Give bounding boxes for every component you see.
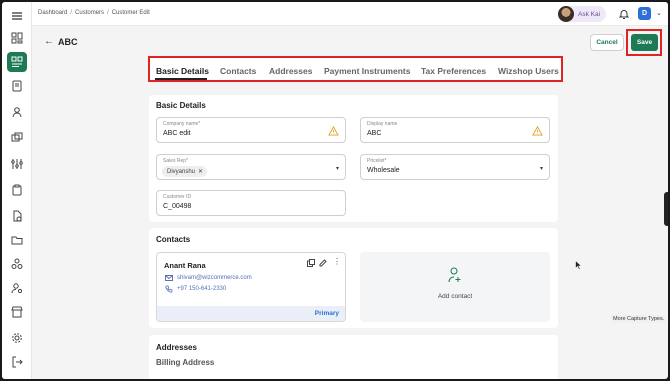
save-button[interactable]: Save bbox=[631, 34, 658, 51]
display-name-field[interactable]: Display name ABC bbox=[360, 117, 550, 143]
customer-id-value: C_00498 bbox=[163, 203, 192, 210]
sidebar bbox=[2, 2, 32, 379]
side-panel-handle[interactable] bbox=[664, 192, 668, 226]
billing-address-title: Billing Address bbox=[156, 358, 215, 367]
orders-icon[interactable] bbox=[9, 78, 25, 94]
tab-contacts[interactable]: Contacts bbox=[220, 66, 256, 76]
contact-email[interactable]: shivam@wizcommerce.com bbox=[165, 275, 252, 281]
logout-icon[interactable] bbox=[9, 354, 25, 370]
tab-addresses[interactable]: Addresses bbox=[269, 66, 312, 76]
display-name-value: ABC bbox=[367, 130, 382, 137]
customers-icon[interactable] bbox=[7, 52, 27, 72]
bell-icon[interactable] bbox=[618, 8, 630, 20]
edit-icon[interactable] bbox=[319, 259, 327, 267]
cancel-button[interactable]: Cancel bbox=[590, 34, 624, 51]
breadcrumb-customer-edit: Customer Edit bbox=[111, 10, 150, 16]
contacts-card: Contacts Anant Rana ⋮ shivam@wizcommerce… bbox=[149, 228, 558, 328]
pricelist-label: Pricelist* bbox=[367, 158, 387, 164]
sales-rep-chip-label: Divyanshu bbox=[167, 168, 196, 175]
tab-wizshop-users[interactable]: Wizshop Users bbox=[498, 66, 559, 76]
phone-icon bbox=[165, 285, 173, 293]
pricelist-value: Wholesale bbox=[367, 167, 400, 174]
gear-icon[interactable] bbox=[9, 330, 25, 346]
company-name-label: Company name* bbox=[163, 121, 201, 127]
dashboard-icon[interactable] bbox=[9, 30, 25, 46]
dropdown-caret-icon[interactable]: ▾ bbox=[336, 165, 339, 172]
menu-icon[interactable] bbox=[9, 8, 25, 24]
save-highlight: Save bbox=[626, 29, 662, 56]
warning-icon bbox=[328, 126, 339, 136]
more-options-icon[interactable]: ⋮ bbox=[333, 257, 341, 266]
tab-payment-instruments[interactable]: Payment Instruments bbox=[324, 66, 410, 76]
tab-bar: Basic Details Contacts Addresses Payment… bbox=[148, 56, 563, 82]
user-icon[interactable] bbox=[9, 104, 25, 120]
kai-avatar bbox=[558, 6, 574, 22]
sales-rep-label: Sales Rep* bbox=[163, 158, 189, 164]
store-icon[interactable] bbox=[9, 304, 25, 320]
user-settings-icon[interactable] bbox=[9, 280, 25, 296]
basic-details-title: Basic Details bbox=[156, 101, 206, 110]
back-arrow-icon[interactable]: ← bbox=[44, 36, 54, 47]
primary-badge: Primary bbox=[314, 310, 339, 317]
folder-icon[interactable] bbox=[9, 232, 25, 248]
dropdown-caret-icon[interactable]: ▾ bbox=[540, 165, 543, 172]
page-title: ABC bbox=[58, 37, 78, 47]
close-icon[interactable]: ✕ bbox=[198, 168, 203, 175]
warning-icon bbox=[532, 126, 543, 136]
top-bar: Dashboard / Customers / Customer Edit As… bbox=[32, 2, 668, 26]
breadcrumb-customers[interactable]: Customers bbox=[75, 10, 104, 16]
addresses-title: Addresses bbox=[156, 343, 197, 352]
basic-details-card: Basic Details Company name* ABC edit Dis… bbox=[149, 95, 558, 222]
breadcrumb-separator: / bbox=[70, 10, 73, 16]
contact-card-footer: Primary bbox=[157, 306, 345, 321]
breadcrumb-dashboard[interactable]: Dashboard bbox=[38, 10, 67, 16]
tooltip: More Capture Types. bbox=[611, 315, 667, 323]
file-icon[interactable] bbox=[9, 208, 25, 224]
chevron-down-icon[interactable]: ⌄ bbox=[656, 9, 662, 17]
app-window: Dashboard / Customers / Customer Edit As… bbox=[2, 2, 668, 379]
contact-email-value: shivam@wizcommerce.com bbox=[177, 275, 252, 281]
pricelist-select[interactable]: Pricelist* Wholesale ▾ bbox=[360, 154, 550, 180]
add-contact-button[interactable]: Add contact bbox=[360, 252, 550, 322]
company-name-value: ABC edit bbox=[163, 130, 191, 137]
add-user-icon bbox=[448, 267, 461, 283]
mouse-cursor-icon bbox=[575, 260, 583, 270]
copy-icon[interactable] bbox=[307, 259, 315, 267]
customer-id-field[interactable]: Customer ID C_00498 bbox=[156, 190, 346, 216]
mail-icon bbox=[165, 275, 173, 281]
catalog-icon[interactable] bbox=[9, 130, 25, 146]
breadcrumb: Dashboard / Customers / Customer Edit bbox=[38, 10, 150, 16]
addresses-card: Addresses Billing Address bbox=[149, 335, 558, 379]
active-tab-underline bbox=[155, 78, 207, 80]
sales-rep-chip: Divyanshu ✕ bbox=[162, 166, 208, 177]
company-name-field[interactable]: Company name* ABC edit bbox=[156, 117, 346, 143]
customer-id-label: Customer ID bbox=[163, 194, 192, 200]
tab-tax-preferences[interactable]: Tax Preferences bbox=[421, 66, 486, 76]
contact-card[interactable]: Anant Rana ⋮ shivam@wizcommerce.com +97 … bbox=[156, 252, 346, 322]
integrations-icon[interactable] bbox=[9, 256, 25, 272]
tab-basic-details[interactable]: Basic Details bbox=[156, 66, 209, 76]
contact-phone-value: +97 150-641-2330 bbox=[177, 286, 227, 292]
add-contact-label: Add contact bbox=[437, 293, 473, 300]
contact-phone[interactable]: +97 150-641-2330 bbox=[165, 285, 226, 293]
avatar[interactable]: D bbox=[638, 7, 651, 20]
contact-name: Anant Rana bbox=[164, 261, 206, 270]
ask-kai-label: Ask Kai bbox=[578, 10, 601, 18]
display-name-label: Display name bbox=[367, 121, 398, 127]
contacts-title: Contacts bbox=[156, 235, 191, 244]
settings-sliders-icon[interactable] bbox=[9, 156, 25, 172]
breadcrumb-separator: / bbox=[107, 10, 109, 16]
clipboard-icon[interactable] bbox=[9, 182, 25, 198]
sales-rep-select[interactable]: Sales Rep* Divyanshu ✕ ▾ bbox=[156, 154, 346, 180]
